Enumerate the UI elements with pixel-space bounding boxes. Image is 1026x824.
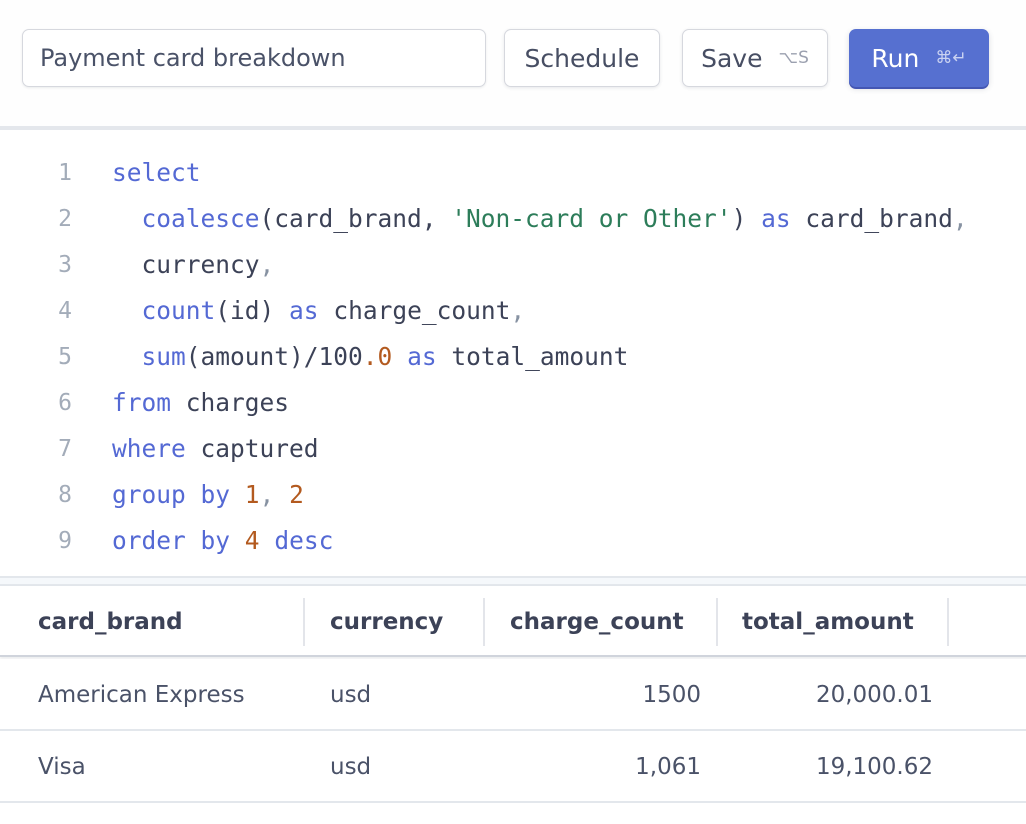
column-resize-handle[interactable] [947, 598, 949, 646]
sql-keyword: from [112, 388, 172, 417]
save-button[interactable]: Save ⌥S [682, 29, 828, 87]
editor-results-resize-handle[interactable] [0, 576, 1026, 586]
cell-currency: usd [330, 682, 372, 708]
code-text: sum(amount)/100.0 as total_amount [112, 334, 629, 380]
column-resize-handle[interactable] [483, 598, 485, 646]
sql-keyword: order by [112, 526, 231, 555]
sql-token: charge_count [318, 296, 511, 325]
save-button-label: Save [701, 43, 763, 73]
cell-charge-count: 1,061 [635, 754, 701, 780]
sql-token: captured [185, 434, 319, 463]
sql-token: currency [112, 250, 260, 279]
code-text: currency, [112, 242, 275, 288]
sql-keyword: where [112, 434, 186, 463]
code-text: order by 4 desc [112, 518, 333, 564]
sql-keyword: as [289, 296, 319, 325]
sql-keyword: select [112, 158, 201, 187]
line-number: 2 [58, 206, 72, 232]
save-shortcut-hint: ⌥S [778, 48, 809, 68]
column-resize-handle[interactable] [303, 598, 305, 646]
cell-total-amount: 20,000.01 [815, 682, 933, 708]
code-line[interactable]: 8 group by 1, 2 [0, 472, 1026, 518]
sql-keyword: as [761, 204, 791, 233]
code-line[interactable]: 3 currency, [0, 242, 1026, 288]
sql-token: , [952, 204, 968, 233]
sql-token: (card_brand, [259, 204, 452, 233]
run-button[interactable]: Run ⌘↵ [849, 29, 989, 87]
sql-keyword: as [407, 342, 437, 371]
column-header-total-amount[interactable]: total_amount [742, 598, 914, 646]
code-line[interactable]: 4 count(id) as charge_count, [0, 288, 1026, 334]
sql-keyword: count [141, 296, 216, 325]
sql-number: 4 [244, 526, 260, 555]
code-text: coalesce(card_brand, 'Non-card or Other'… [112, 196, 968, 242]
line-number: 7 [58, 436, 72, 462]
line-number: 3 [58, 252, 72, 278]
sql-keyword: coalesce [141, 204, 260, 233]
run-shortcut-hint: ⌘↵ [935, 48, 967, 68]
line-number: 1 [58, 160, 72, 186]
sql-token: , [259, 480, 275, 509]
sql-token: (amount)/100 [185, 342, 363, 371]
code-text: from charges [112, 380, 289, 426]
sql-token: (id) [215, 296, 290, 325]
line-number: 9 [58, 528, 72, 554]
run-button-label: Run [871, 43, 920, 73]
sql-token: , [259, 250, 275, 279]
column-header-card-brand[interactable]: card_brand [38, 598, 183, 646]
code-line[interactable]: 5 sum(amount)/100.0 as total_amount [0, 334, 1026, 380]
cell-card-brand: Visa [38, 754, 86, 780]
code-line[interactable]: 6 from charges [0, 380, 1026, 426]
column-header-charge-count[interactable]: charge_count [510, 598, 684, 646]
line-number: 8 [58, 482, 72, 508]
results-table-header: card_brand currency charge_count total_a… [0, 586, 1026, 657]
sql-token: card_brand [790, 204, 953, 233]
code-line[interactable]: 2 coalesce(card_brand, 'Non-card or Othe… [0, 196, 1026, 242]
line-number: 6 [58, 390, 72, 416]
code-text: where captured [112, 426, 319, 472]
sql-string: 'Non-card or Other' [451, 204, 732, 233]
line-number: 5 [58, 344, 72, 370]
cell-card-brand: American Express [38, 682, 245, 708]
column-header-currency[interactable]: currency [330, 598, 443, 646]
code-line[interactable]: 1 select [0, 150, 1026, 196]
table-row: American Express usd 1500 20,000.01 [0, 659, 1026, 731]
sql-token: , [510, 296, 526, 325]
query-toolbar: Schedule Save ⌥S Run ⌘↵ [0, 0, 1026, 126]
schedule-button[interactable]: Schedule [504, 29, 660, 87]
sql-token: charges [171, 388, 290, 417]
schedule-button-label: Schedule [524, 43, 640, 73]
code-line[interactable]: 9 order by 4 desc [0, 518, 1026, 564]
sql-token: total_amount [436, 342, 629, 371]
code-line[interactable]: 7 where captured [0, 426, 1026, 472]
line-number: 4 [58, 298, 72, 324]
sql-number: 1 [244, 480, 260, 509]
column-resize-handle[interactable] [716, 598, 718, 646]
sql-keyword: desc [274, 526, 334, 555]
sql-number: 2 [289, 480, 304, 509]
table-row: Visa usd 1,061 19,100.62 [0, 731, 1026, 803]
sql-editor[interactable]: 1 select 2 coalesce(card_brand, 'Non-card … [0, 130, 1026, 576]
code-text: group by 1, 2 [112, 472, 304, 518]
code-text: select [112, 150, 201, 196]
cell-currency: usd [330, 754, 372, 780]
cell-total-amount: 19,100.62 [815, 754, 933, 780]
sql-token: ) [731, 204, 762, 233]
sql-keyword: group by [112, 480, 231, 509]
code-text: count(id) as charge_count, [112, 288, 526, 334]
query-title-input[interactable] [22, 29, 486, 87]
cell-charge-count: 1500 [642, 682, 701, 708]
sql-number: .0 [362, 342, 393, 371]
sql-keyword: sum [141, 342, 186, 371]
